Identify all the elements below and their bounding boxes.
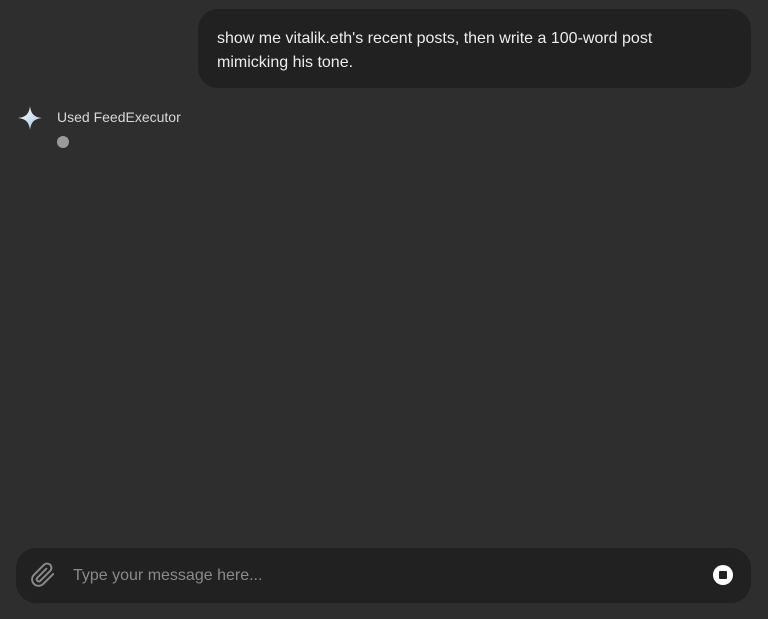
stop-icon [719,571,727,579]
user-message-bubble: show me vitalik.eth's recent posts, then… [198,9,751,88]
message-input[interactable] [71,560,675,592]
message-composer [16,548,751,603]
chat-area: show me vitalik.eth's recent posts, then… [0,0,768,540]
sparkle-icon [17,105,43,131]
paperclip-icon[interactable] [30,562,56,588]
typing-indicator [57,136,69,148]
stop-button[interactable] [713,565,733,585]
user-message-text: show me vitalik.eth's recent posts, then… [217,30,653,71]
tool-status-label: Used FeedExecutor [57,109,181,125]
